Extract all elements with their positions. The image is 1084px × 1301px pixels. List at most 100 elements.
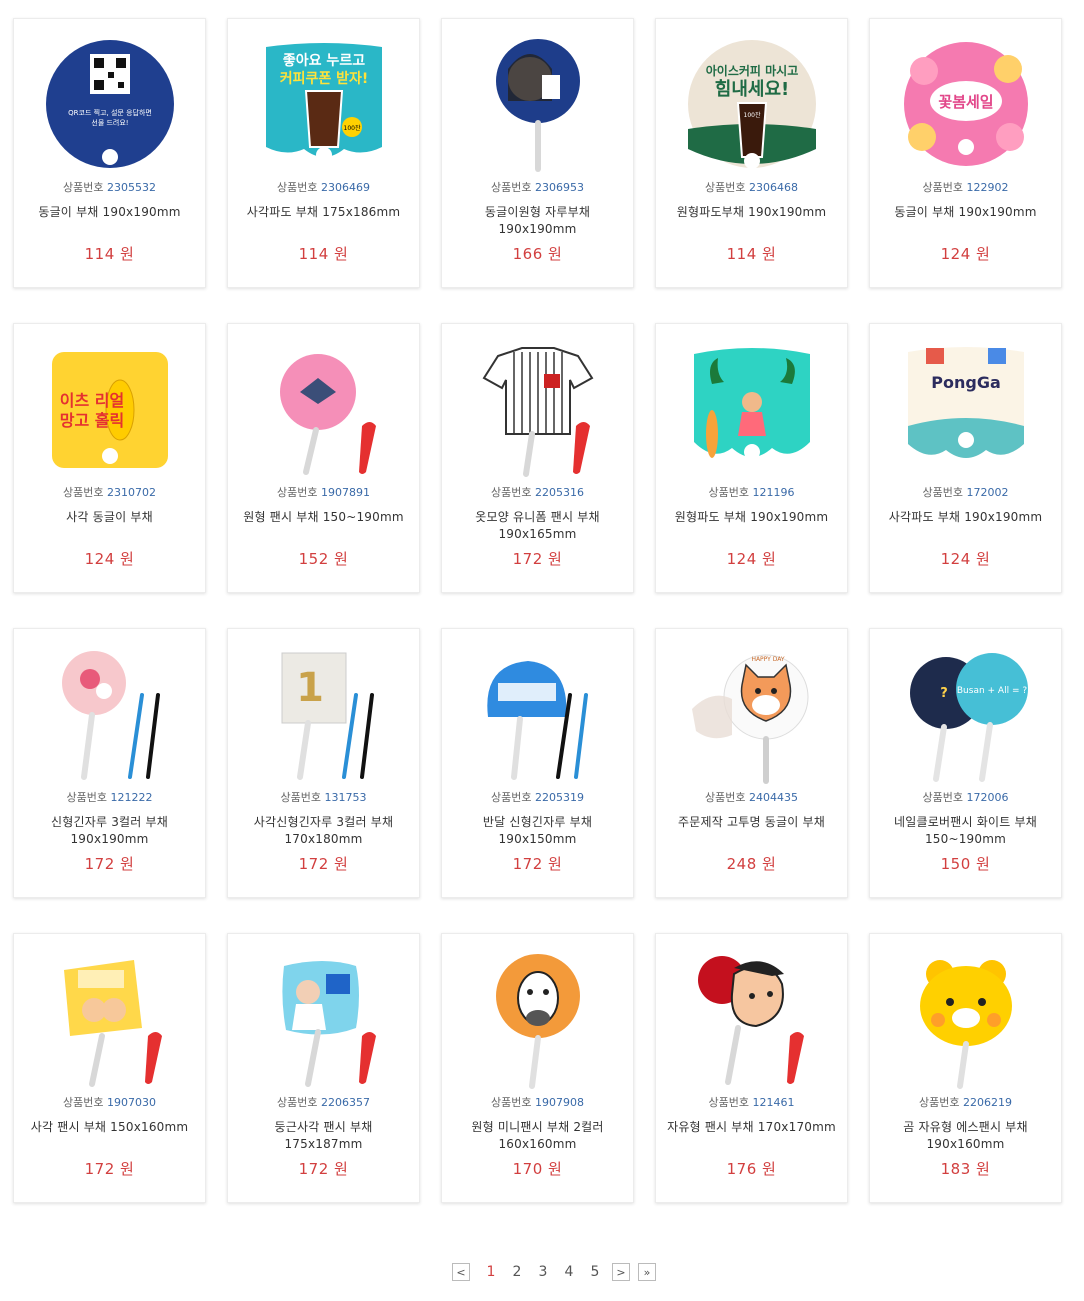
product-name[interactable]: 원형파도부채 190x190mm — [662, 204, 841, 221]
product-code: 상품번호 2205316 — [442, 484, 633, 500]
product-card[interactable]: 1 상품번호 131753 사각신형긴자루 3컬러 부채 170x180mm 1… — [227, 628, 420, 898]
product-image[interactable] — [672, 944, 832, 1094]
product-name[interactable]: 자유형 팬시 부채 170x170mm — [662, 1119, 841, 1136]
product-card[interactable]: 상품번호 1907030 사각 팬시 부채 150x160mm 172 원 — [13, 933, 206, 1203]
product-image[interactable] — [886, 944, 1046, 1094]
product-name[interactable]: 사각파도 부채 190x190mm — [876, 509, 1055, 526]
page-link[interactable]: 2 — [504, 1264, 530, 1280]
product-card[interactable]: PongGa 상품번호 172002 사각파도 부채 190x190mm 124… — [869, 323, 1062, 593]
product-name[interactable]: 네일클로버팬시 화이트 부채 150~190mm — [876, 814, 1055, 848]
page-link[interactable]: 4 — [556, 1264, 582, 1280]
product-image[interactable] — [672, 334, 832, 484]
product-card[interactable]: 상품번호 2206219 곰 자유형 에스팬시 부채 190x160mm 183… — [869, 933, 1062, 1203]
product-code: 상품번호 1907891 — [228, 484, 419, 500]
product-name[interactable]: 사각파도 부채 175x186mm — [234, 204, 413, 221]
product-code: 상품번호 1907030 — [14, 1094, 205, 1110]
product-name[interactable]: 원형파도 부채 190x190mm — [662, 509, 841, 526]
product-card[interactable]: 상품번호 2205316 옷모양 유니폼 팬시 부채 190x165mm 172… — [441, 323, 634, 593]
product-image[interactable]: 이츠 리얼 망고 홀릭 — [30, 334, 190, 484]
product-image[interactable]: 아이스커피 마시고 힘내세요! 100잔 — [672, 29, 832, 179]
product-code-number: 2310702 — [106, 486, 156, 499]
product-code-label: 상품번호 — [922, 181, 963, 194]
art-text: 힘내세요! — [715, 79, 789, 100]
product-image[interactable]: HAPPY DAY — [672, 639, 832, 789]
product-image[interactable] — [458, 944, 618, 1094]
price-value: 183 — [940, 1160, 971, 1178]
product-card[interactable]: 상품번호 1907891 원형 팬시 부채 150~190mm 152 원 — [227, 323, 420, 593]
product-image[interactable] — [458, 334, 618, 484]
page-link[interactable]: 1 — [478, 1264, 504, 1280]
product-card[interactable]: 상품번호 2206357 둥근사각 팬시 부채 175x187mm 172 원 — [227, 933, 420, 1203]
prev-page-button[interactable]: < — [452, 1263, 470, 1281]
product-name[interactable]: 옷모양 유니폼 팬시 부채 190x165mm — [448, 509, 627, 543]
product-card[interactable]: 상품번호 2205319 반달 신형긴자루 부채 190x150mm 172 원 — [441, 628, 634, 898]
product-image[interactable] — [244, 334, 404, 484]
product-name[interactable]: 원형 미니팬시 부채 2컬러 160x160mm — [448, 1119, 627, 1153]
price-currency: 원 — [334, 855, 349, 873]
product-card[interactable]: 상품번호 121196 원형파도 부채 190x190mm 124 원 — [655, 323, 848, 593]
page-link[interactable]: 3 — [530, 1264, 556, 1280]
price-currency: 원 — [548, 1160, 563, 1178]
product-code-number: 172006 — [966, 791, 1009, 804]
product-name[interactable]: 곰 자유형 에스팬시 부채 190x160mm — [876, 1119, 1055, 1153]
art-text: 이츠 리얼 — [60, 391, 124, 410]
product-name[interactable]: 동글이 부채 190x190mm — [876, 204, 1055, 221]
product-card[interactable]: QR코드 찍고, 설문 응답하면 선물 드려요! 상품번호 2305532 동글… — [13, 18, 206, 288]
product-name[interactable]: 사각신형긴자루 3컬러 부채 170x180mm — [234, 814, 413, 848]
price-value: 124 — [84, 550, 115, 568]
product-image[interactable] — [244, 944, 404, 1094]
next-page-button[interactable]: > — [612, 1263, 630, 1281]
product-image[interactable]: 1 — [244, 639, 404, 789]
product-card[interactable]: 상품번호 2306953 동글이원형 자루부채 190x190mm 166 원 — [441, 18, 634, 288]
product-code: 상품번호 122902 — [870, 179, 1061, 195]
product-image[interactable]: Busan + All = ? ? — [886, 639, 1046, 789]
product-card[interactable]: 아이스커피 마시고 힘내세요! 100잔 상품번호 2306468 원형파도부채… — [655, 18, 848, 288]
product-image[interactable] — [458, 29, 618, 179]
product-name[interactable]: 둥근사각 팬시 부채 175x187mm — [234, 1119, 413, 1153]
product-code-label: 상품번호 — [63, 181, 104, 194]
price-value: 172 — [84, 855, 115, 873]
page-link[interactable]: 5 — [582, 1264, 608, 1280]
product-image[interactable]: QR코드 찍고, 설문 응답하면 선물 드려요! — [30, 29, 190, 179]
product-image[interactable] — [30, 944, 190, 1094]
product-name[interactable]: 원형 팬시 부채 150~190mm — [234, 509, 413, 526]
product-name[interactable]: 신형긴자루 3컬러 부채 190x190mm — [20, 814, 199, 848]
price-value: 172 — [84, 1160, 115, 1178]
product-image[interactable]: PongGa — [886, 334, 1046, 484]
product-card[interactable]: Busan + All = ? ? 상품번호 172006 네일클로버팬시 화이… — [869, 628, 1062, 898]
product-image[interactable]: 꽃봄세일 — [886, 29, 1046, 179]
product-price: 172 원 — [442, 853, 633, 874]
product-code-label: 상품번호 — [491, 486, 532, 499]
product-name[interactable]: 사각 동글이 부채 — [20, 509, 199, 526]
product-image[interactable]: 좋아요 누르고 커피쿠폰 받자! 100잔 — [244, 29, 404, 179]
product-code-label: 상품번호 — [280, 791, 321, 804]
product-card[interactable]: 상품번호 1907908 원형 미니팬시 부채 2컬러 160x160mm 17… — [441, 933, 634, 1203]
product-price: 114 원 — [656, 243, 847, 264]
product-price: 124 원 — [14, 548, 205, 569]
svg-text:1: 1 — [296, 665, 324, 711]
price-value: 114 — [726, 245, 757, 263]
product-code: 상품번호 1907908 — [442, 1094, 633, 1110]
product-card[interactable]: 좋아요 누르고 커피쿠폰 받자! 100잔 상품번호 2306469 사각파도 … — [227, 18, 420, 288]
product-name[interactable]: 반달 신형긴자루 부채 190x150mm — [448, 814, 627, 848]
product-name[interactable]: 동글이 부채 190x190mm — [20, 204, 199, 221]
product-code-label: 상품번호 — [63, 1096, 104, 1109]
product-name[interactable]: 사각 팬시 부채 150x160mm — [20, 1119, 199, 1136]
product-name[interactable]: 주문제작 고투명 동글이 부채 — [662, 814, 841, 831]
product-card[interactable]: 이츠 리얼 망고 홀릭 상품번호 2310702 사각 동글이 부채 124 원 — [13, 323, 206, 593]
product-name[interactable]: 동글이원형 자루부채 190x190mm — [448, 204, 627, 238]
product-card[interactable]: HAPPY DAY 상품번호 2404435 주문제작 고투명 동글이 부채 2… — [655, 628, 848, 898]
price-value: 124 — [726, 550, 757, 568]
product-card[interactable]: 상품번호 121222 신형긴자루 3컬러 부채 190x190mm 172 원 — [13, 628, 206, 898]
product-image[interactable] — [458, 639, 618, 789]
price-currency: 원 — [976, 855, 991, 873]
product-card[interactable]: 꽃봄세일 상품번호 122902 동글이 부채 190x190mm 124 원 — [869, 18, 1062, 288]
product-price: 170 원 — [442, 1158, 633, 1179]
product-code-number: 2404435 — [748, 791, 798, 804]
price-value: 124 — [940, 245, 971, 263]
product-card[interactable]: 상품번호 121461 자유형 팬시 부채 170x170mm 176 원 — [655, 933, 848, 1203]
price-currency: 원 — [334, 1160, 349, 1178]
product-image[interactable] — [30, 639, 190, 789]
last-page-button[interactable]: » — [638, 1263, 656, 1281]
product-code-number: 121222 — [110, 791, 153, 804]
